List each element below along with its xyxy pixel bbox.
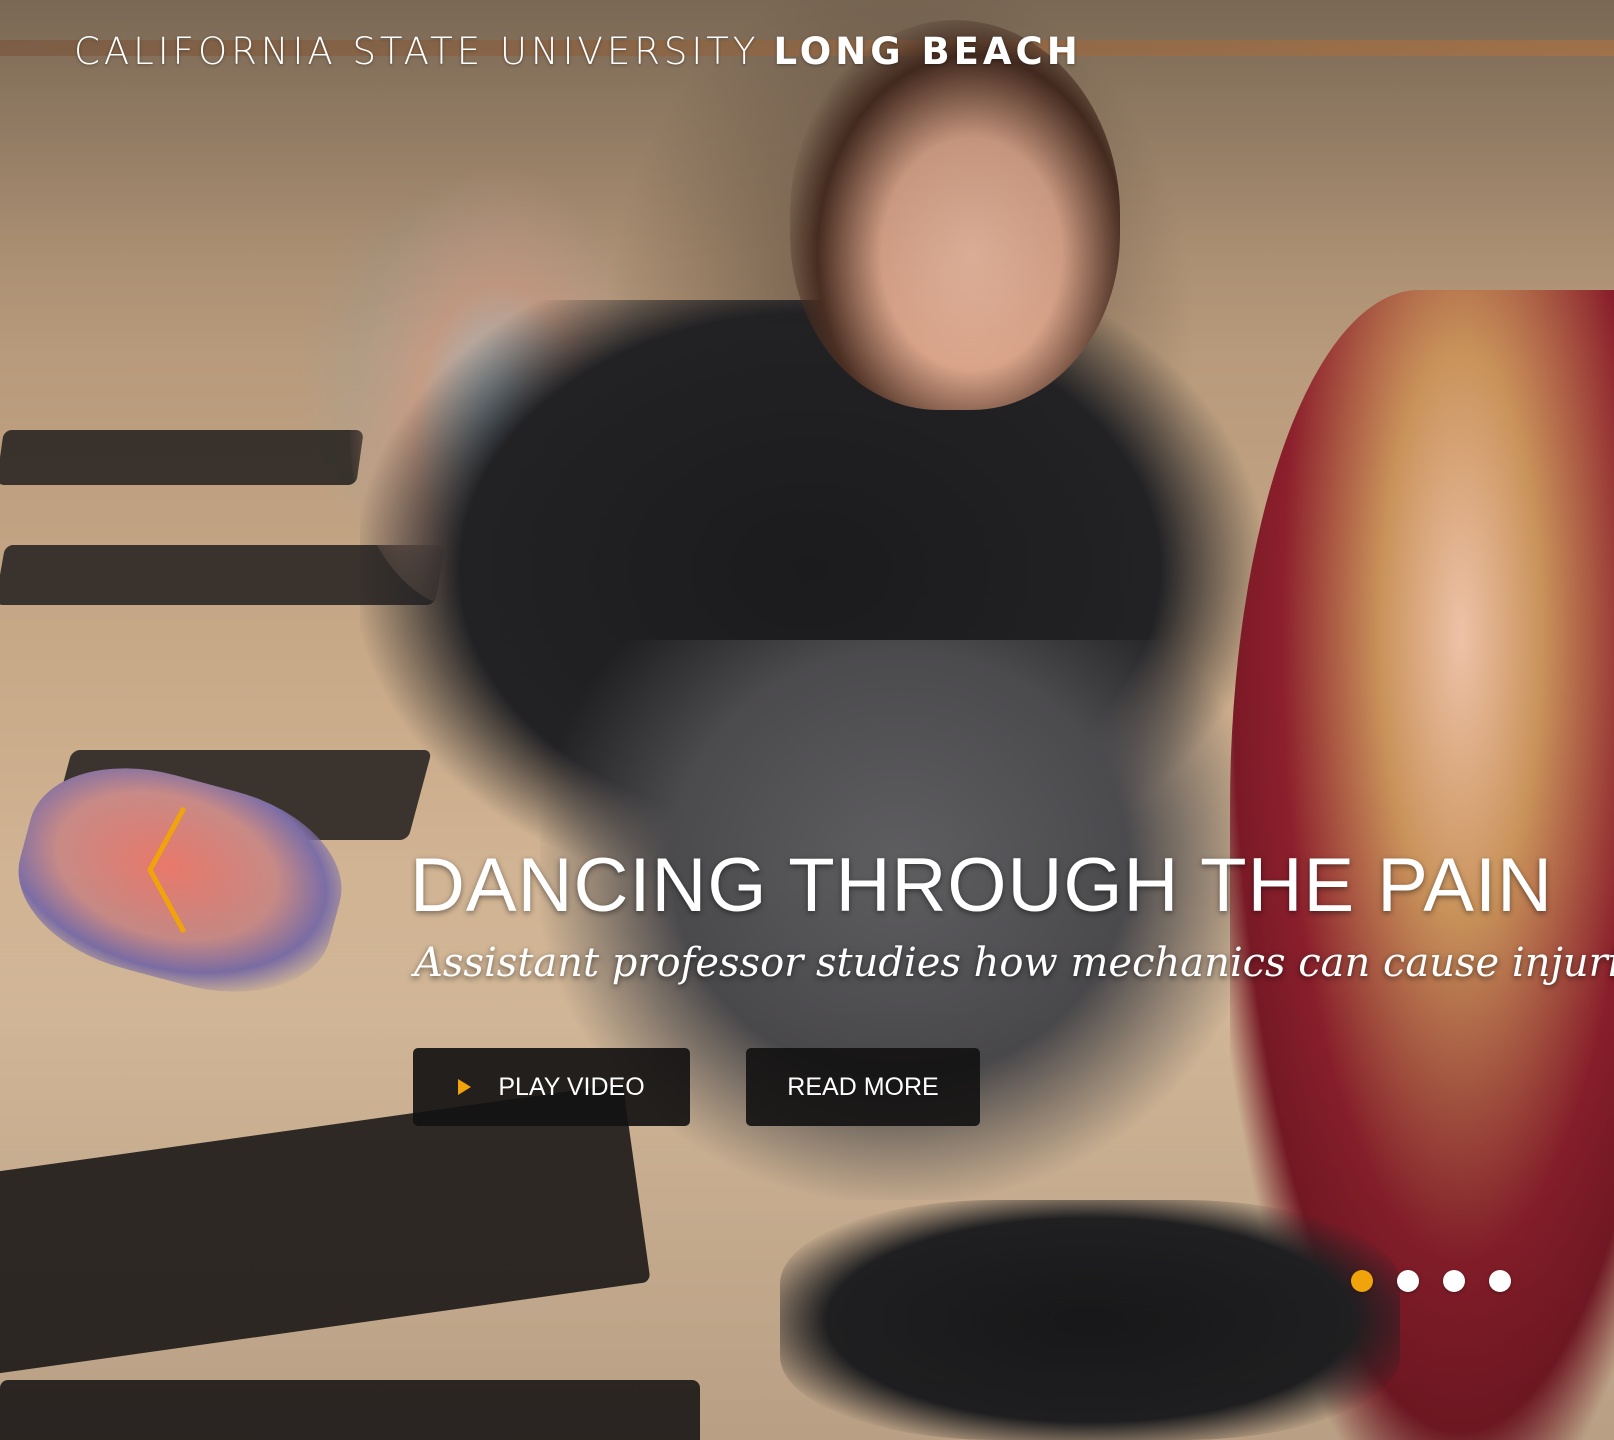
slide-caption: DANCING THROUGH THE PAIN Assistant profe… (0, 0, 1614, 1440)
slide-headline: DANCING THROUGH THE PAIN (410, 843, 1553, 928)
play-video-button[interactable]: PLAY VIDEO (413, 1048, 690, 1126)
play-video-label: PLAY VIDEO (498, 1072, 645, 1101)
read-more-button[interactable]: READ MORE (746, 1048, 980, 1126)
slide-dot-4[interactable] (1489, 1270, 1511, 1292)
play-icon (458, 1079, 472, 1095)
slide-dot-3[interactable] (1443, 1270, 1465, 1292)
slide-dot-1[interactable] (1351, 1270, 1373, 1292)
hero-slideshow: CALIFORNIA STATE UNIVERSITY LONG BEACH DA… (0, 0, 1614, 1440)
slide-subheadline: Assistant professor studies how mechanic… (414, 940, 1614, 986)
slide-pager (1351, 1270, 1511, 1292)
read-more-label: READ MORE (787, 1072, 939, 1101)
slide-dot-2[interactable] (1397, 1270, 1419, 1292)
